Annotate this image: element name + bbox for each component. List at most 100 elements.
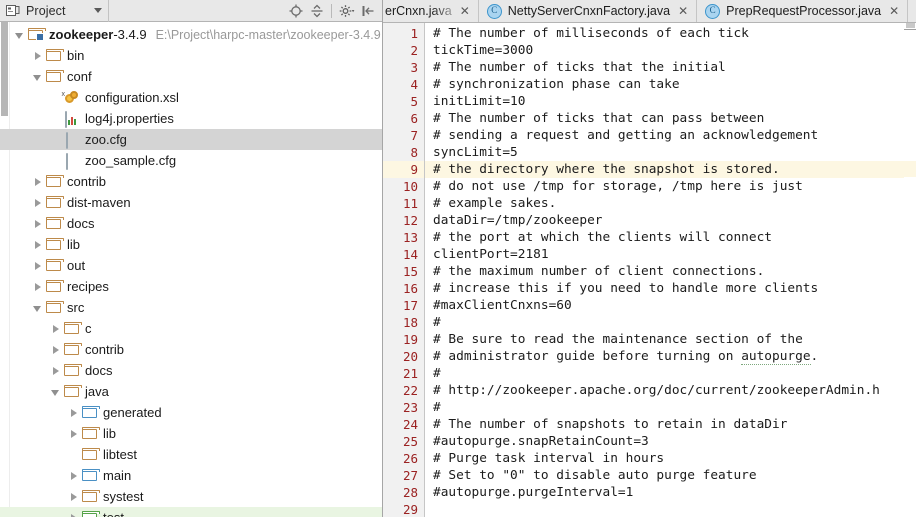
editor-tab-ercnxn-java[interactable]: erCnxn.java ✕ [383, 0, 479, 22]
chevron-right-icon[interactable] [32, 50, 43, 61]
editor-tab-nettyservercnxnfactory-java[interactable]: C NettyServerCnxnFactory.java ✕ [478, 0, 698, 22]
tree-node-zoo-cfg[interactable]: zoo.cfg [0, 129, 382, 150]
chevron-right-icon[interactable] [32, 197, 43, 208]
chevron-right-icon[interactable] [50, 323, 61, 334]
tree-node-c[interactable]: c [0, 318, 382, 339]
close-icon[interactable]: ✕ [460, 5, 470, 17]
line-number: 8 [410, 145, 418, 160]
tree-node-src[interactable]: src [0, 297, 382, 318]
tree-node-contrib[interactable]: contrib [0, 171, 382, 192]
line-number: 22 [402, 383, 418, 398]
code-line: #maxClientCnxns=60 [433, 298, 572, 313]
project-panel-title: Project [26, 3, 66, 18]
editor-tab-label: PrepRequestProcessor.java [726, 4, 882, 18]
chevron-right-icon[interactable] [50, 344, 61, 355]
tree-node-conf[interactable]: conf [0, 66, 382, 87]
editor-scrollbar-thumb[interactable] [906, 23, 915, 28]
chevron-down-icon[interactable] [32, 302, 43, 313]
line-number: 24 [402, 417, 418, 432]
chevron-right-icon[interactable] [32, 281, 43, 292]
chevron-right-icon[interactable] [50, 365, 61, 376]
chevron-right-icon[interactable] [32, 239, 43, 250]
line-number: 18 [402, 315, 418, 330]
chevron-right-icon[interactable] [32, 218, 43, 229]
tree-node-label: configuration.xsl [85, 89, 179, 105]
chevron-down-icon[interactable] [32, 71, 43, 82]
tree-node-configuration-xsl[interactable]: x configuration.xsl [0, 87, 382, 108]
editor-tab-label: NettyServerCnxnFactory.java [507, 4, 671, 18]
chevron-down-icon[interactable] [14, 29, 25, 40]
tree-node-test[interactable]: test [0, 507, 382, 517]
folder-orange [46, 258, 64, 273]
folder-orange [46, 279, 64, 294]
code-line: # Be sure to read the maintenance sectio… [433, 332, 803, 347]
tree-node-dist-maven[interactable]: dist-maven [0, 192, 382, 213]
close-icon[interactable]: ✕ [889, 5, 899, 17]
tree-node-docs[interactable]: docs [0, 360, 382, 381]
line-number: 17 [402, 298, 418, 313]
tree-node-java[interactable]: java [0, 381, 382, 402]
code-line: # The number of ticks that the initial [433, 60, 726, 75]
project-tree: zookeeper-3.4.9 E:\Project\harpc-master\z… [0, 22, 382, 517]
tree-node-lib[interactable]: lib [0, 234, 382, 255]
tree-node-log4j-properties[interactable]: log4j.properties [0, 108, 382, 129]
tree-node-label: libtest [103, 446, 137, 462]
code-line: # the port at which the clients will con… [433, 230, 772, 245]
code-line: # [433, 400, 441, 415]
editor-line-number-gutter: 1 2 3 4 5 6 7 8 9 10 11 12 13 14 15 16 17 18 19 20 21 22 23 24 2… [383, 23, 425, 517]
folder-orange [46, 48, 64, 63]
locate-target-icon[interactable] [285, 1, 306, 21]
line-number: 26 [402, 451, 418, 466]
tree-node-zoo-sample-cfg[interactable]: zoo_sample.cfg [0, 150, 382, 171]
tree-node-main[interactable]: main [0, 465, 382, 486]
code-line: # Set to "0" to disable auto purge featu… [433, 468, 757, 483]
tree-node-label: docs [85, 362, 113, 378]
tree-node-zookeeper-3-4-9[interactable]: zookeeper-3.4.9 E:\Project\harpc-master\z… [0, 24, 382, 45]
tree-node-label: zookeeper-3.4.9 [49, 26, 147, 42]
line-number: 27 [402, 468, 418, 483]
no-chevron-spacer [50, 92, 61, 103]
tree-node-out[interactable]: out [0, 255, 382, 276]
settings-gear-icon[interactable] [336, 1, 357, 21]
tree-node-contrib[interactable]: contrib [0, 339, 382, 360]
tree-node-label: log4j.properties [85, 110, 174, 126]
tree-node-label: contrib [67, 173, 107, 189]
code-line: tickTime=3000 [433, 43, 534, 58]
line-number: 12 [402, 213, 418, 228]
tree-node-recipes[interactable]: recipes [0, 276, 382, 297]
chevron-right-icon[interactable] [68, 512, 79, 517]
code-line: # The number of snapshots to retain in d… [433, 417, 788, 432]
project-panel-header: Project [0, 0, 382, 22]
tree-node-lib[interactable]: lib [0, 423, 382, 444]
line-number: 21 [402, 366, 418, 381]
editor-scrollbar[interactable] [904, 23, 916, 517]
project-panel-toolbar [285, 1, 382, 21]
ide-window: Project zookeeper-3.4.9 E:\Project\harpc… [0, 0, 916, 517]
tree-node-libtest[interactable]: libtest [0, 444, 382, 465]
text-file-icon [64, 152, 80, 170]
code-line: # synchronization phase can take [433, 77, 680, 92]
chevron-down-icon[interactable] [93, 8, 102, 13]
editor-tab-preprequestprocessor-java[interactable]: C PrepRequestProcessor.java ✕ [697, 0, 909, 22]
folder-orange [64, 342, 82, 357]
collapse-all-icon[interactable] [306, 1, 327, 21]
chevron-right-icon[interactable] [32, 260, 43, 271]
editor-tab-partial[interactable]: C [908, 0, 916, 22]
project-view-selector[interactable]: Project [0, 0, 109, 22]
chevron-down-icon[interactable] [50, 386, 61, 397]
chevron-right-icon[interactable] [68, 428, 79, 439]
chevron-right-icon[interactable] [68, 470, 79, 481]
chevron-right-icon[interactable] [68, 407, 79, 418]
tree-node-generated[interactable]: generated [0, 402, 382, 423]
project-tree-container: zookeeper-3.4.9 E:\Project\harpc-master\z… [0, 22, 382, 517]
chevron-right-icon[interactable] [68, 491, 79, 502]
tree-node-docs[interactable]: docs [0, 213, 382, 234]
editor-text[interactable]: # The number of milliseconds of each tic… [425, 23, 916, 517]
tree-node-systest[interactable]: systest [0, 486, 382, 507]
code-line: # increase this if you need to handle mo… [433, 281, 819, 296]
close-icon[interactable]: ✕ [678, 5, 688, 17]
line-number: 2 [410, 43, 418, 58]
chevron-right-icon[interactable] [32, 176, 43, 187]
hide-panel-icon[interactable] [357, 1, 378, 21]
tree-node-bin[interactable]: bin [0, 45, 382, 66]
